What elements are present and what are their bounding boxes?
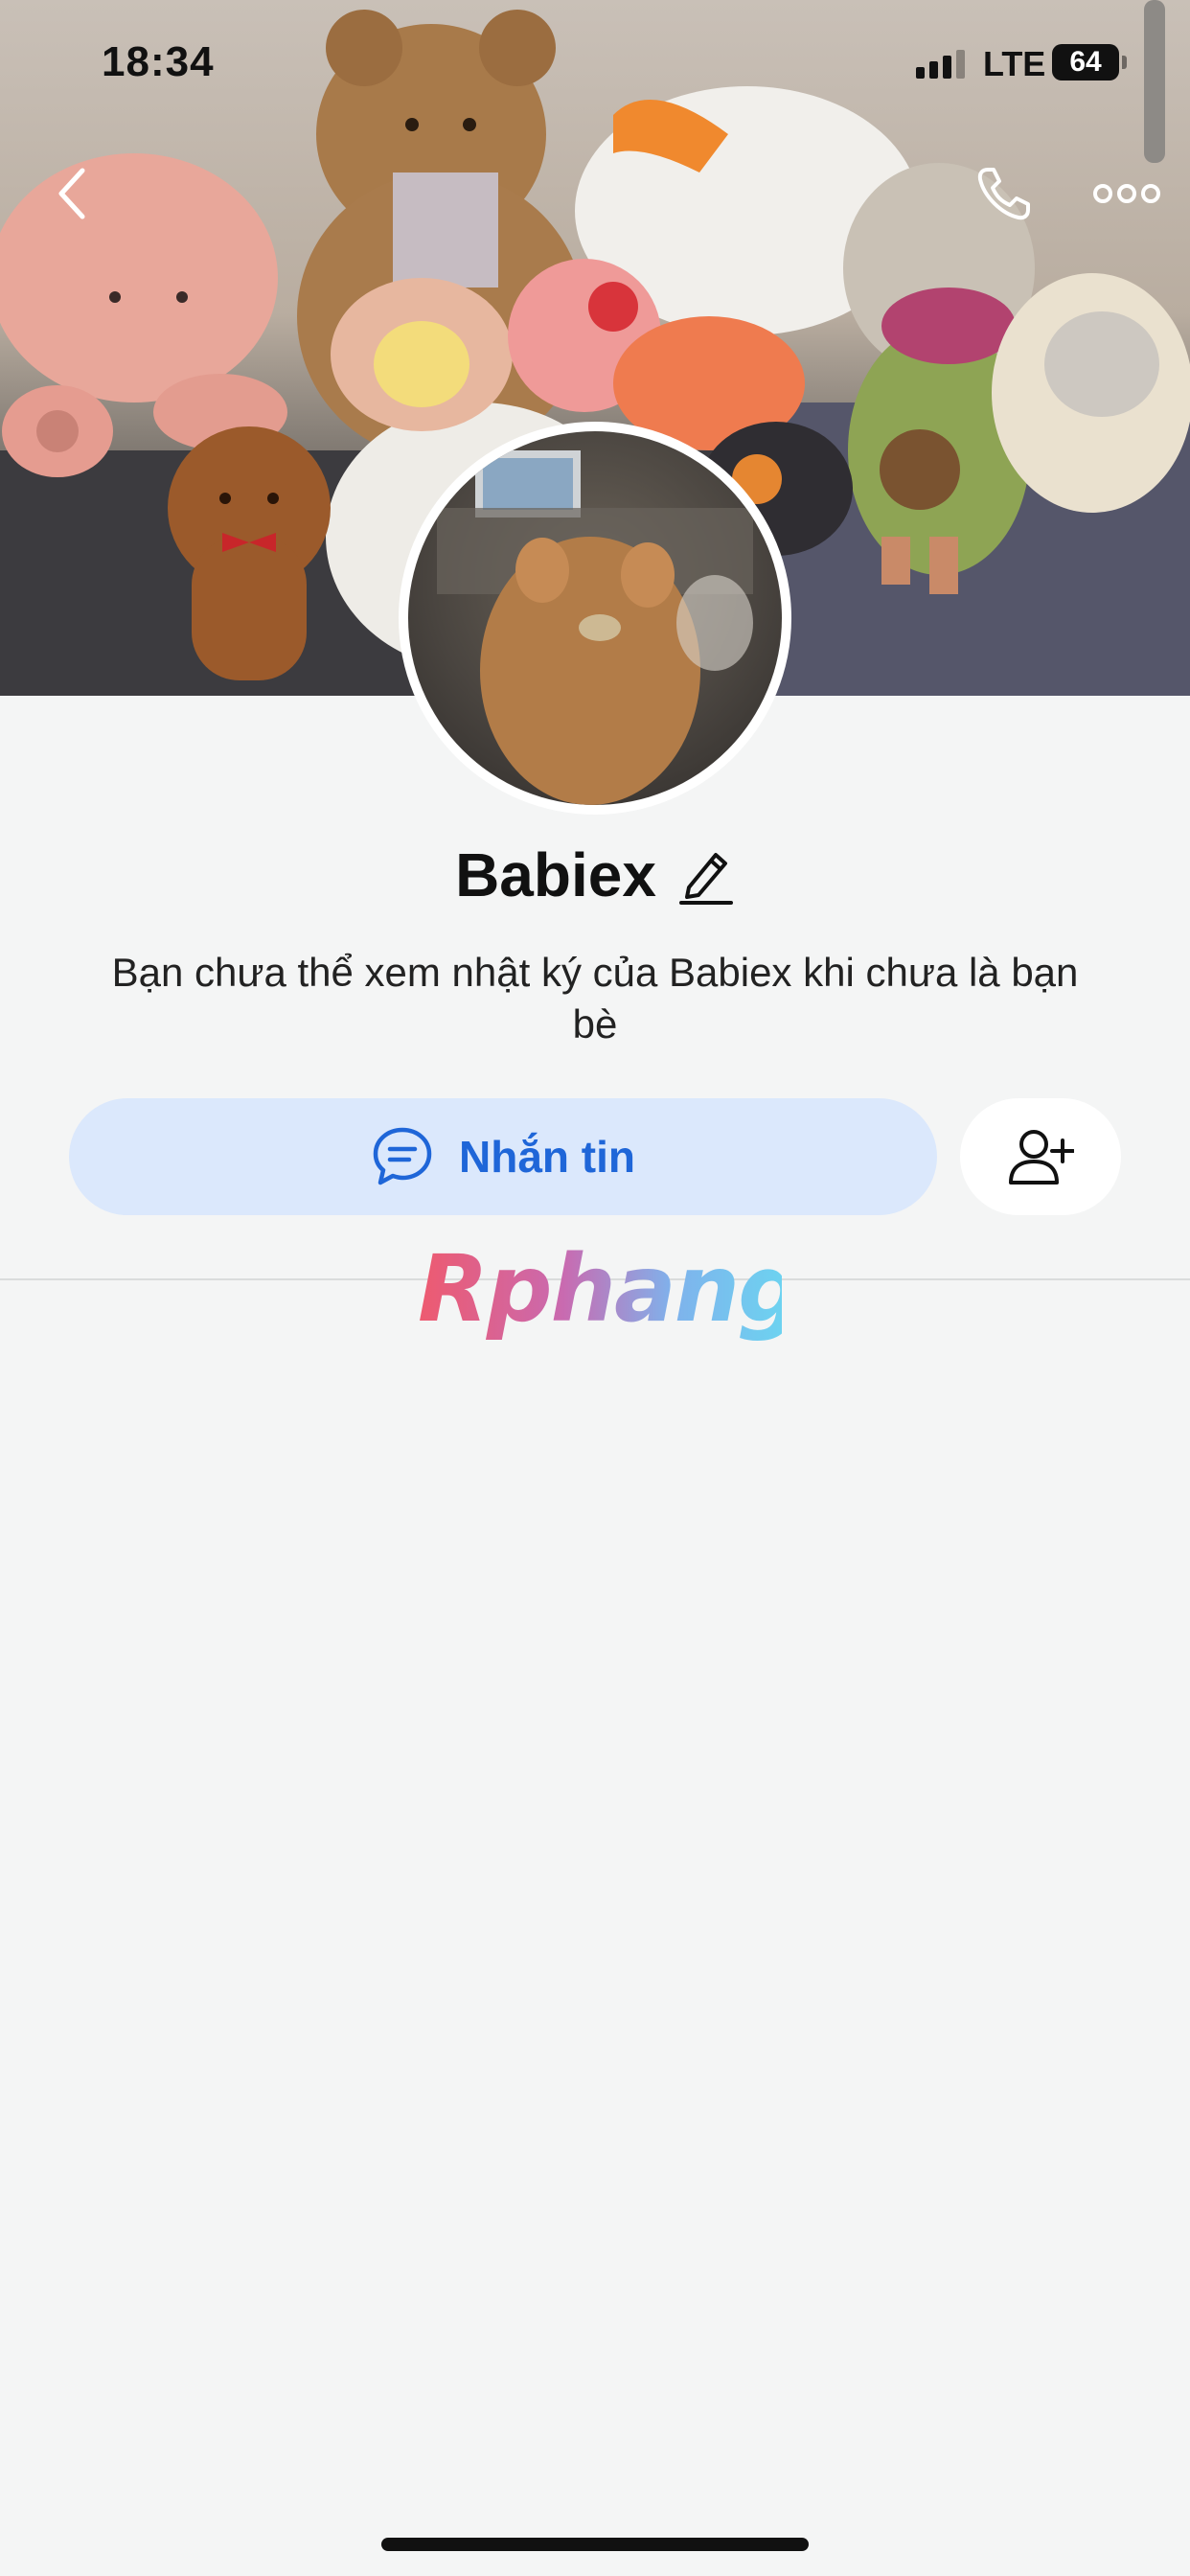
battery-level: 64 xyxy=(1069,46,1102,78)
status-bar: 18:34 LTE 64 xyxy=(0,0,1190,134)
avatar-photo xyxy=(408,431,782,805)
avatar[interactable] xyxy=(399,422,791,815)
chat-bubble-icon xyxy=(373,1127,432,1185)
battery-icon: 64 xyxy=(1052,44,1119,80)
profile-name-row: Babiex xyxy=(0,832,1190,918)
message-button[interactable]: Nhắn tin xyxy=(69,1098,937,1215)
battery-tip xyxy=(1122,56,1127,69)
back-button[interactable] xyxy=(33,153,113,234)
phone-icon xyxy=(977,168,1030,220)
network-type: LTE xyxy=(983,44,1046,83)
chevron-left-icon xyxy=(58,168,85,219)
add-friend-button[interactable] xyxy=(960,1098,1121,1215)
edit-name-button[interactable] xyxy=(677,843,735,907)
call-button[interactable] xyxy=(964,153,1044,234)
status-time: 18:34 xyxy=(102,38,215,85)
home-indicator[interactable] xyxy=(381,2538,809,2551)
privacy-notice: Bạn chưa thể xem nhật ký của Babiex khi … xyxy=(111,950,1079,1046)
avatar-photo-illustration xyxy=(437,450,753,805)
watermark-logo: Rphang xyxy=(418,1235,804,1343)
signal-strength-icon xyxy=(916,50,965,79)
more-options-button[interactable] xyxy=(1087,153,1167,234)
more-dots-icon xyxy=(1093,184,1160,203)
add-friend-icon xyxy=(1009,1130,1074,1184)
pencil-icon xyxy=(678,853,733,905)
message-button-label: Nhắn tin xyxy=(459,1132,635,1182)
profile-name: Babiex xyxy=(455,840,656,909)
